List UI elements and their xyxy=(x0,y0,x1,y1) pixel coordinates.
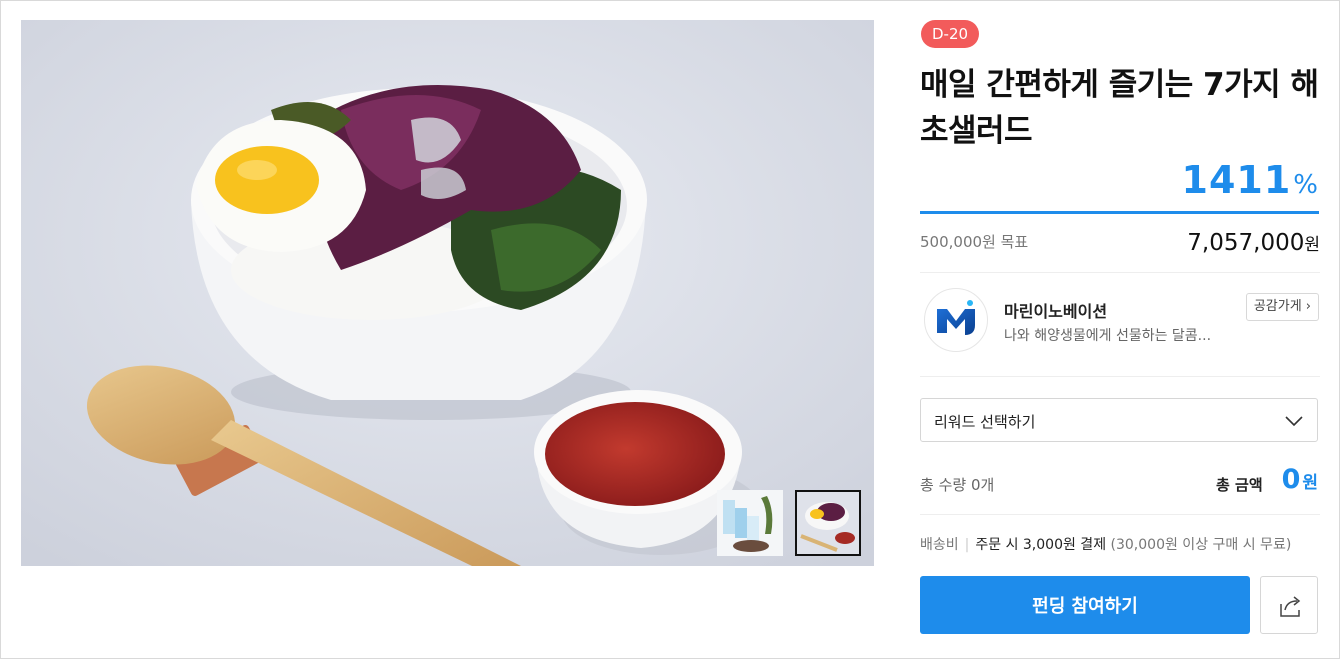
raised-amount-value: 7,057,000 xyxy=(1187,230,1305,256)
goal-amount-value: 500,000 xyxy=(920,233,983,251)
chevron-down-icon xyxy=(1284,411,1304,435)
funding-progress-fill xyxy=(920,211,1319,214)
total-quantity-label: 총 수량 xyxy=(920,476,967,494)
chevron-right-icon: › xyxy=(1305,299,1311,314)
raised-amount-unit: 원 xyxy=(1304,235,1320,255)
shipping-value: 주문 시 3,000원 결제 xyxy=(975,537,1107,553)
maker-logo-icon[interactable] xyxy=(924,288,988,352)
reward-select-label: 리워드 선택하기 xyxy=(934,413,1036,431)
maker-name[interactable]: 마린이노베이션 xyxy=(1004,298,1107,322)
achievement-rate-unit: % xyxy=(1293,170,1318,200)
thumbnail-salad-bowl[interactable] xyxy=(795,490,861,556)
total-amount-label: 총 금액 xyxy=(1216,476,1263,494)
project-title: 매일 간편하게 즐기는 7가지 해초샐러드 xyxy=(920,67,1319,149)
maker-description: 나와 해양생물에게 선물하는 달콤... xyxy=(1004,328,1212,344)
divider xyxy=(920,376,1320,377)
total-amount-unit: 원 xyxy=(1302,473,1318,493)
total-amount: 0원 xyxy=(1282,464,1318,495)
shipping-note: (30,000원 이상 구매 시 무료) xyxy=(1110,537,1292,553)
fund-participate-button[interactable]: 펀딩 참여하기 xyxy=(920,576,1250,634)
shipping-label: 배송비 xyxy=(920,537,959,553)
product-main-image xyxy=(21,20,874,566)
divider xyxy=(920,514,1320,515)
funding-progress-bar xyxy=(920,211,1319,214)
divider xyxy=(920,272,1320,273)
d-day-badge: D-20 xyxy=(921,20,980,48)
reward-select-dropdown[interactable]: 리워드 선택하기 xyxy=(920,398,1318,442)
total-amount-value: 0 xyxy=(1281,464,1301,495)
share-button[interactable] xyxy=(1260,576,1318,634)
goal-amount-unit: 원 목표 xyxy=(982,233,1029,251)
shipping-info: 배송비 | 주문 시 3,000원 결제 (30,000원 이상 구매 시 무료) xyxy=(920,537,1292,553)
total-quantity-value: 0개 xyxy=(970,476,995,494)
maker-shop-label: 공감가게 xyxy=(1253,299,1302,314)
thumbnail-product-package[interactable] xyxy=(717,490,783,556)
achievement-rate: 1411% xyxy=(1182,158,1318,202)
achievement-rate-value: 1411 xyxy=(1181,158,1292,202)
share-icon xyxy=(1280,596,1301,617)
raised-amount: 7,057,000원 xyxy=(1187,230,1320,256)
total-quantity: 총 수량 0개 xyxy=(920,474,994,495)
goal-amount: 500,000원 목표 xyxy=(920,231,1028,252)
maker-shop-button[interactable]: 공감가게 › xyxy=(1245,293,1319,321)
